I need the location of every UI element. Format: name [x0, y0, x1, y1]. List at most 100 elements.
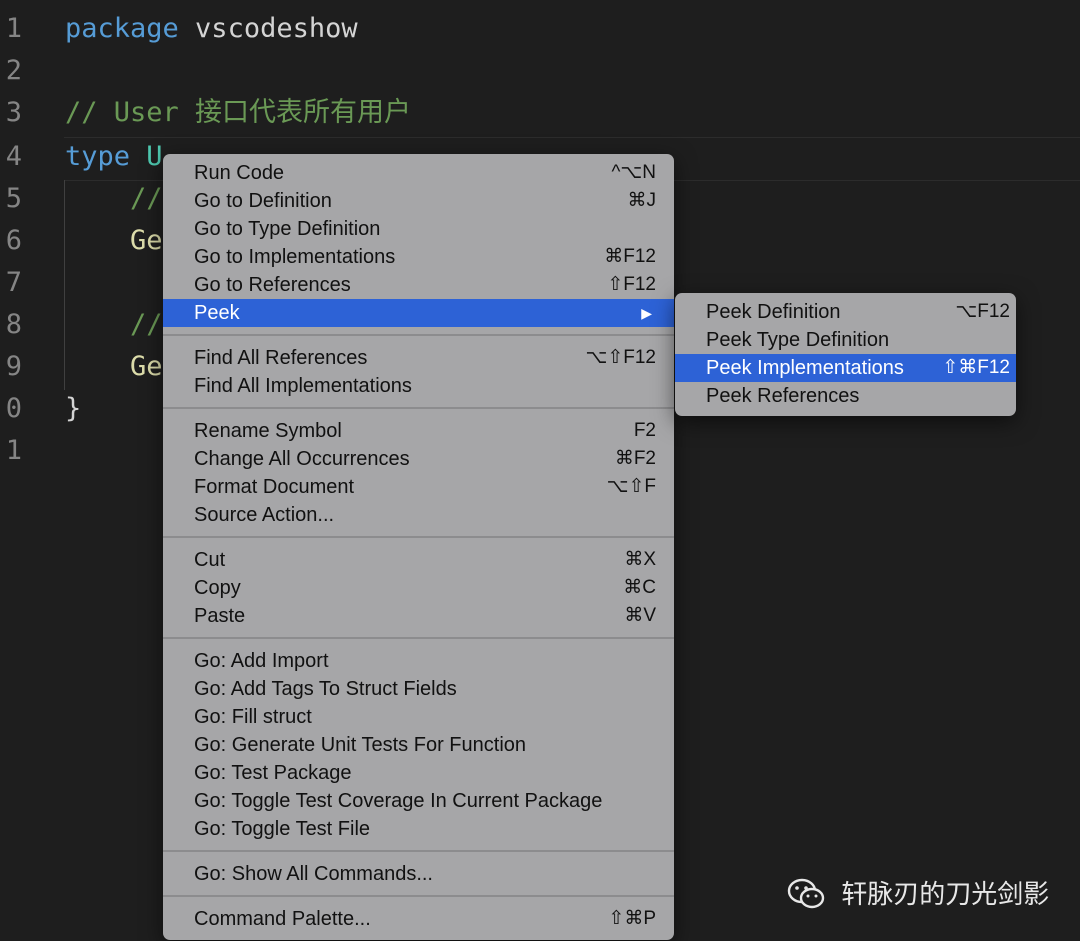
code-token: U [130, 141, 163, 172]
line-number: 9 [5, 351, 22, 382]
menu-item-label: Go: Toggle Test File [194, 818, 371, 840]
menu-item-label: Copy [194, 577, 241, 599]
menu-item-label: Go: Add Import [194, 650, 329, 672]
line-code: // [65, 304, 163, 346]
line-number: 8 [5, 309, 22, 340]
menu-item-go-fill-struct[interactable]: Go: Fill struct [163, 703, 674, 731]
menu-item-go-add-tags-to-struct-fields[interactable]: Go: Add Tags To Struct Fields [163, 675, 674, 703]
menu-item-go-toggle-test-coverage-in-current-package[interactable]: Go: Toggle Test Coverage In Current Pack… [163, 787, 674, 815]
menu-item-shortcut: ⌘J [627, 190, 657, 211]
menu-item-shortcut: ⌘F2 [614, 448, 656, 469]
line-number: 7 [5, 267, 22, 298]
menu-item-shortcut: ⌘V [624, 605, 656, 626]
code-token: // [65, 309, 163, 340]
menu-item-paste[interactable]: Paste ⌘V [163, 602, 674, 630]
menu-item-shortcut: ⌘F12 [604, 246, 656, 267]
code-token: Ge [65, 225, 163, 256]
menu-item-go-to-implementations[interactable]: Go to Implementations ⌘F12 [163, 243, 674, 271]
code-token: package [65, 13, 179, 44]
menu-item-label: Peek [194, 302, 240, 324]
submenu-item-peek-implementations[interactable]: Peek Implementations ⇧⌘F12 [675, 354, 1016, 382]
menu-separator [163, 334, 674, 336]
menu-item-label: Rename Symbol [194, 420, 342, 442]
menu-item-label: Go: Add Tags To Struct Fields [194, 678, 457, 700]
watermark: 轩脉刃的刀光剑影 [786, 872, 1049, 912]
menu-item-label: Go: Fill struct [194, 706, 312, 728]
line-number: 6 [5, 225, 22, 256]
line-code: package vscodeshow [65, 8, 358, 50]
menu-item-go-generate-unit-tests-for-function[interactable]: Go: Generate Unit Tests For Function [163, 731, 674, 759]
menu-item-cut[interactable]: Cut ⌘X [163, 546, 674, 574]
menu-item-label: Source Action... [194, 504, 335, 526]
menu-separator [163, 850, 674, 852]
submenu-arrow-icon: ▶ [641, 305, 652, 321]
menu-item-label: Go: Generate Unit Tests For Function [194, 734, 527, 756]
menu-item-shortcut: ^⌥N [611, 162, 656, 183]
menu-item-label: Run Code [194, 162, 285, 184]
code-token: // [65, 183, 163, 214]
menu-item-format-document[interactable]: Format Document ⌥⇧F [163, 473, 674, 501]
menu-item-label: Paste [194, 605, 246, 627]
menu-item-shortcut: ⌘X [624, 549, 656, 570]
line-number: 2 [5, 55, 22, 86]
menu-item-find-all-implementations[interactable]: Find All Implementations [163, 372, 674, 400]
code-token: Ge [65, 351, 163, 382]
menu-item-peek[interactable]: Peek ▶ [163, 299, 674, 327]
line-number: 3 [5, 97, 22, 128]
menu-item-label: Peek Implementations [706, 357, 904, 379]
menu-item-shortcut: ⌘C [623, 577, 656, 598]
menu-item-go-to-references[interactable]: Go to References ⇧F12 [163, 271, 674, 299]
watermark-text: 轩脉刃的刀光剑影 [841, 879, 1050, 910]
menu-item-label: Find All Implementations [194, 375, 412, 397]
menu-item-find-all-references[interactable]: Find All References ⌥⇧F12 [163, 344, 674, 372]
menu-item-go-toggle-test-file[interactable]: Go: Toggle Test File [163, 815, 674, 843]
line-number: 0 [5, 393, 22, 424]
menu-item-go-to-definition[interactable]: Go to Definition ⌘J [163, 187, 674, 215]
menu-item-shortcut: F2 [633, 420, 656, 441]
wechat-icon [787, 878, 825, 909]
menu-separator [163, 407, 674, 409]
submenu-item-peek-definition[interactable]: Peek Definition ⌥F12 [675, 298, 1016, 326]
menu-item-label: Peek Definition [706, 301, 841, 323]
menu-item-go-to-type-definition[interactable]: Go to Type Definition [163, 215, 674, 243]
code-token: // User 接口代表所有用户 [65, 97, 412, 128]
menu-item-label: Peek Type Definition [706, 329, 890, 351]
menu-item-label: Go to Type Definition [194, 218, 381, 240]
menu-item-go-test-package[interactable]: Go: Test Package [163, 759, 674, 787]
code-token: } [65, 393, 82, 424]
menu-item-label: Cut [194, 549, 226, 571]
menu-item-go-show-all-commands[interactable]: Go: Show All Commands... [163, 860, 674, 888]
menu-item-shortcut: ⌥⇧F12 [585, 347, 656, 368]
menu-item-shortcut: ⇧F12 [607, 274, 656, 295]
menu-item-label: Change All Occurrences [194, 448, 410, 470]
code-token: vscodeshow [178, 13, 358, 44]
menu-item-label: Go: Test Package [194, 762, 352, 784]
submenu-item-peek-type-definition[interactable]: Peek Type Definition [675, 326, 1016, 354]
line-code: // [65, 178, 163, 220]
line-code: // User 接口代表所有用户 [65, 92, 411, 134]
menu-item-run-code[interactable]: Run Code ^⌥N [163, 159, 674, 187]
submenu-item-peek-references[interactable]: Peek References [675, 382, 1016, 410]
code-token: type [65, 141, 131, 172]
menu-item-label: Command Palette... [194, 908, 371, 930]
menu-separator [163, 536, 674, 538]
menu-item-shortcut: ⇧⌘P [608, 908, 656, 929]
menu-item-shortcut: ⌥⇧F [606, 476, 656, 497]
menu-item-command-palette[interactable]: Command Palette... ⇧⌘P [163, 905, 674, 933]
line-code: Ge [65, 220, 163, 262]
menu-item-copy[interactable]: Copy ⌘C [163, 574, 674, 602]
menu-item-label: Go: Toggle Test Coverage In Current Pack… [194, 790, 603, 812]
menu-item-shortcut: ⌥F12 [955, 301, 1010, 322]
menu-item-change-all-occurrences[interactable]: Change All Occurrences ⌘F2 [163, 445, 674, 473]
menu-item-source-action[interactable]: Source Action... [163, 501, 674, 529]
menu-item-label: Go: Show All Commands... [194, 863, 433, 885]
menu-item-go-add-import[interactable]: Go: Add Import [163, 647, 674, 675]
line-number: 1 [5, 13, 22, 44]
menu-item-rename-symbol[interactable]: Rename Symbol F2 [163, 417, 674, 445]
menu-separator [163, 895, 674, 897]
line-code: } [65, 388, 81, 430]
menu-item-label: Go to References [194, 274, 351, 296]
menu-item-label: Go to Definition [194, 190, 332, 212]
editor-context-menu: Run Code ^⌥N Go to Definition ⌘J Go to Type … [163, 154, 674, 940]
menu-item-shortcut: ⇧⌘F12 [942, 357, 1010, 378]
